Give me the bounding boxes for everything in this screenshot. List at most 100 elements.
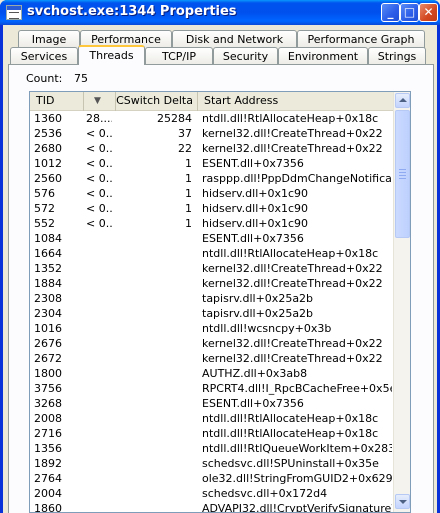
cell-tid: 2308 — [34, 292, 62, 305]
table-row[interactable]: 552 < 0.... 1 hidserv.dll+0x1c90 — [30, 216, 394, 231]
cell-tid: 2716 — [34, 427, 62, 440]
tab-image[interactable]: Image — [18, 30, 80, 48]
table-row[interactable]: 2676 kernel32.dll!CreateThread+0x22 — [30, 336, 394, 351]
cell-cpu: < 0.... — [86, 217, 112, 230]
list-header: TID ▼ CSwitch Delta Start Address — [30, 92, 394, 111]
cell-cswitch-delta: 1 — [185, 202, 192, 215]
column-header-cswitch-delta[interactable]: CSwitch Delta — [116, 92, 198, 111]
tab-disk-and-network[interactable]: Disk and Network — [172, 30, 297, 48]
table-row[interactable]: 2716 ntdll.dll!RtlAllocateHeap+0x18c — [30, 426, 394, 441]
table-row[interactable]: 1012 < 0.... 1 ESENT.dll+0x7356 — [30, 156, 394, 171]
cell-tid: 1352 — [34, 262, 62, 275]
table-row[interactable]: 1800 AUTHZ.dll+0x3ab8 — [30, 366, 394, 381]
cell-cswitch-delta: 1 — [185, 172, 192, 185]
cell-tid: 3756 — [34, 382, 62, 395]
thread-rows: 1360 28.... 25284 ntdll.dll!RtlAllocateHeap… — [30, 111, 394, 513]
table-row[interactable]: 1664 ntdll.dll!RtlAllocateHeap+0x18c — [30, 246, 394, 261]
cell-start-address: kernel32.dll!CreateThread+0x22 — [202, 277, 383, 290]
count-label: Count: — [26, 72, 63, 85]
cell-tid: 1884 — [34, 277, 62, 290]
chevron-up-icon — [399, 98, 407, 102]
cell-start-address: ESENT.dll+0x7356 — [202, 397, 304, 410]
table-row[interactable]: 1084 ESENT.dll+0x7356 — [30, 231, 394, 246]
cell-tid: 572 — [34, 202, 55, 215]
scroll-up-button[interactable] — [395, 93, 410, 108]
table-row[interactable]: 1860 ADVAPI32.dll!CryptVerifySignatureW+.… — [30, 501, 394, 513]
scroll-down-button[interactable] — [395, 494, 410, 509]
cell-tid: 2004 — [34, 487, 62, 500]
tab-performance-graph[interactable]: Performance Graph — [297, 30, 425, 48]
cell-start-address: RPCRT4.dll!I_RpcBCacheFree+0x5ea — [202, 382, 392, 395]
close-button[interactable]: ✕ — [419, 3, 438, 22]
cell-start-address: ADVAPI32.dll!CryptVerifySignatureW+... — [202, 502, 392, 513]
tab-threads[interactable]: Threads — [78, 45, 145, 65]
cell-start-address: rasppp.dll!PppDdmChangeNotification... — [202, 172, 392, 185]
table-row[interactable]: 1356 ntdll.dll!RtlQueueWorkItem+0x283 — [30, 441, 394, 456]
thumb-grip-line — [399, 178, 406, 179]
table-row[interactable]: 2680 < 0.... 22 kernel32.dll!CreateThread+0… — [30, 141, 394, 156]
cell-start-address: tapisrv.dll+0x25a2b — [202, 307, 314, 320]
cell-start-address: kernel32.dll!CreateThread+0x22 — [202, 127, 383, 140]
column-header-tid[interactable]: TID — [30, 92, 84, 111]
table-row[interactable]: 572 < 0.... 1 hidserv.dll+0x1c90 — [30, 201, 394, 216]
cell-cpu: 28.... — [86, 112, 112, 125]
cell-tid: 2676 — [34, 337, 62, 350]
cell-cswitch-delta: 1 — [185, 217, 192, 230]
cell-tid: 2008 — [34, 412, 62, 425]
title-bar[interactable]: svchost.exe:1344 Properties _ □ ✕ — [0, 0, 440, 25]
window-title: svchost.exe:1344 Properties — [27, 4, 237, 19]
tab-environment[interactable]: Environment — [278, 47, 368, 65]
table-row[interactable]: 1360 28.... 25284 ntdll.dll!RtlAllocateHeap… — [30, 111, 394, 126]
cell-tid: 1360 — [34, 112, 62, 125]
table-row[interactable]: 3268 ESENT.dll+0x7356 — [30, 396, 394, 411]
minimize-icon: _ — [387, 5, 394, 19]
cell-cpu: < 0.... — [86, 157, 112, 170]
cell-cswitch-delta: 1 — [185, 187, 192, 200]
table-row[interactable]: 1892 schedsvc.dll!SPUninstall+0x35e — [30, 456, 394, 471]
cell-start-address: ntdll.dll!RtlAllocateHeap+0x18c — [202, 247, 379, 260]
table-row[interactable]: 2304 tapisrv.dll+0x25a2b — [30, 306, 394, 321]
table-row[interactable]: 2672 kernel32.dll!CreateThread+0x22 — [30, 351, 394, 366]
cell-tid: 2680 — [34, 142, 62, 155]
cell-cswitch-delta: 1 — [185, 157, 192, 170]
tab-strings[interactable]: Strings — [368, 47, 426, 65]
cell-tid: 1084 — [34, 232, 62, 245]
cell-tid: 2304 — [34, 307, 62, 320]
tab-security[interactable]: Security — [213, 47, 278, 65]
thumb-grip-line — [399, 172, 406, 173]
cell-tid: 2536 — [34, 127, 62, 140]
window-app-icon — [6, 5, 22, 20]
cell-tid: 552 — [34, 217, 55, 230]
maximize-button[interactable]: □ — [400, 3, 419, 22]
cell-tid: 1664 — [34, 247, 62, 260]
table-row[interactable]: 2004 schedsvc.dll+0x172d4 — [30, 486, 394, 501]
cell-start-address: hidserv.dll+0x1c90 — [202, 217, 309, 230]
cell-cpu: < 0.... — [86, 127, 112, 140]
column-header-start-address[interactable]: Start Address — [198, 92, 394, 111]
table-row[interactable]: 2536 < 0.... 37 kernel32.dll!CreateThread+0… — [30, 126, 394, 141]
table-row[interactable]: 1352 kernel32.dll!CreateThread+0x22 — [30, 261, 394, 276]
table-row[interactable]: 2308 tapisrv.dll+0x25a2b — [30, 291, 394, 306]
cell-start-address: ntdll.dll!wcsncpy+0x3b — [202, 322, 332, 335]
threads-list[interactable]: TID ▼ CSwitch Delta Start Address 1360 28… — [29, 91, 411, 513]
table-row[interactable]: 2008 ntdll.dll!RtlAllocateHeap+0x18c — [30, 411, 394, 426]
cell-start-address: kernel32.dll!CreateThread+0x22 — [202, 142, 383, 155]
table-row[interactable]: 2764 ole32.dll!StringFromGUID2+0x629 — [30, 471, 394, 486]
column-header-cpu-sort[interactable]: ▼ — [84, 92, 116, 111]
cell-start-address: hidserv.dll+0x1c90 — [202, 202, 309, 215]
thumb-grip-line — [399, 169, 406, 170]
table-row[interactable]: 1016 ntdll.dll!wcsncpy+0x3b — [30, 321, 394, 336]
tab-tcp-ip[interactable]: TCP/IP — [145, 47, 213, 65]
minimize-button[interactable]: _ — [381, 3, 400, 22]
table-row[interactable]: 2560 < 0.... 1 rasppp.dll!PppDdmChangeNotif… — [30, 171, 394, 186]
cell-start-address: tapisrv.dll+0x25a2b — [202, 292, 314, 305]
cell-start-address: schedsvc.dll!SPUninstall+0x35e — [202, 457, 379, 470]
vertical-scrollbar[interactable] — [393, 92, 410, 512]
table-row[interactable]: 1884 kernel32.dll!CreateThread+0x22 — [30, 276, 394, 291]
scroll-thumb[interactable] — [395, 110, 410, 238]
close-icon: ✕ — [423, 5, 434, 19]
cell-start-address: kernel32.dll!CreateThread+0x22 — [202, 262, 383, 275]
tab-services[interactable]: Services — [10, 47, 78, 65]
table-row[interactable]: 576 < 0.... 1 hidserv.dll+0x1c90 — [30, 186, 394, 201]
table-row[interactable]: 3756 RPCRT4.dll!I_RpcBCacheFree+0x5ea — [30, 381, 394, 396]
